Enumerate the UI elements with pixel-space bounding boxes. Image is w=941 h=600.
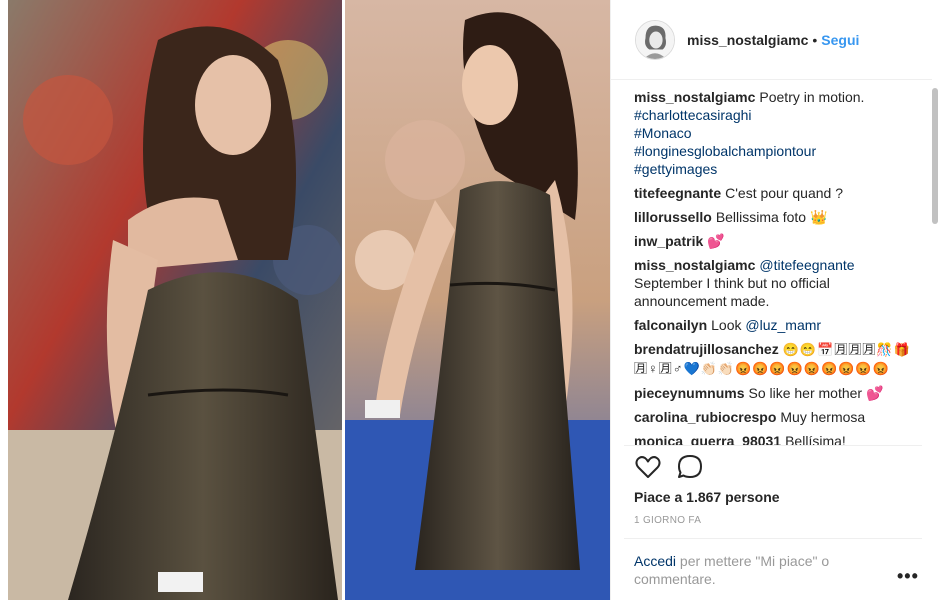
- comment-username[interactable]: brendatrujillosanchez: [634, 341, 779, 357]
- hashtag-link[interactable]: #Monaco: [634, 124, 924, 142]
- comment-item: monica_guerra_98031 Bellísima!: [634, 432, 924, 446]
- comment-item: falconailyn Look @luz_mamr: [634, 316, 924, 334]
- comment-text: Bellissima foto 👑: [715, 209, 828, 225]
- comment-username[interactable]: pieceynumnums: [634, 385, 744, 401]
- more-options-icon[interactable]: •••: [897, 566, 919, 587]
- comment-item: brendatrujillosanchez 😁😁📅🈷🈷🈷🎊🎁🈷♀🈷♂💙👏🏻👏🏻😡😡…: [634, 340, 924, 378]
- comment-item: miss_nostalgiamc @titefeegnante September…: [634, 256, 924, 310]
- comment-item: carolina_rubiocrespo Muy hermosa: [634, 408, 924, 426]
- divider: [624, 538, 922, 539]
- hashtag-link[interactable]: #longinesglobalchampiontour: [634, 142, 924, 160]
- comment-text: 💕: [707, 233, 725, 249]
- caption: miss_nostalgiamc Poetry in motion. #charl…: [634, 88, 924, 178]
- login-prompt: Accedi per mettere "Mi piace" o commenta…: [634, 552, 884, 588]
- comment-username[interactable]: carolina_rubiocrespo: [634, 409, 776, 425]
- login-link[interactable]: Accedi: [634, 553, 676, 569]
- comment-username[interactable]: falconailyn: [634, 317, 707, 333]
- caption-hashtags: #charlottecasiraghi #Monaco #longinesglob…: [634, 106, 924, 178]
- photo-left-panel: [8, 0, 342, 600]
- comment-text: C'est pour quand ?: [725, 185, 843, 201]
- likes-count[interactable]: Piace a 1.867 persone: [634, 489, 780, 505]
- follow-button[interactable]: Segui: [821, 32, 859, 48]
- comment-username[interactable]: lillorussello: [634, 209, 712, 225]
- comment-text: Muy hermosa: [780, 409, 866, 425]
- comment-mention[interactable]: @titefeegnante: [759, 257, 854, 273]
- header-username[interactable]: miss_nostalgiamc: [687, 32, 808, 48]
- comment-username[interactable]: inw_patrik: [634, 233, 703, 249]
- comment-item: pieceynumnums So like her mother 💕: [634, 384, 924, 402]
- post-timestamp: 1 GIORNO FA: [634, 515, 702, 526]
- hashtag-link[interactable]: #charlottecasiraghi: [634, 106, 924, 124]
- header-separator: •: [812, 31, 818, 48]
- comment-item: inw_patrik 💕: [634, 232, 924, 250]
- comment-item: titefeegnante C'est pour quand ?: [634, 184, 924, 202]
- comment-icon[interactable]: [676, 453, 704, 481]
- heart-icon[interactable]: [634, 453, 662, 481]
- caption-text: Poetry in motion.: [759, 89, 865, 105]
- post-image[interactable]: [0, 0, 610, 600]
- hashtag-link[interactable]: #gettyimages: [634, 160, 924, 178]
- comment-item: lillorussello Bellissima foto 👑: [634, 208, 924, 226]
- action-bar: [634, 453, 704, 481]
- avatar[interactable]: [635, 19, 675, 60]
- comment-username[interactable]: miss_nostalgiamc: [634, 257, 755, 273]
- comments-list[interactable]: miss_nostalgiamc Poetry in motion. #charl…: [634, 88, 924, 446]
- comments-scrollbar[interactable]: [932, 88, 938, 224]
- post-header: miss_nostalgiamc • Segui: [611, 0, 932, 80]
- photo-right-panel: [345, 0, 610, 600]
- comment-text: September I think but no official announ…: [634, 275, 830, 309]
- comment-username[interactable]: titefeegnante: [634, 185, 721, 201]
- comment-text: So like her mother 💕: [748, 385, 884, 401]
- comment-text: Look: [711, 317, 742, 333]
- comment-mention[interactable]: @luz_mamr: [745, 317, 821, 333]
- divider: [624, 445, 922, 446]
- caption-username[interactable]: miss_nostalgiamc: [634, 89, 755, 105]
